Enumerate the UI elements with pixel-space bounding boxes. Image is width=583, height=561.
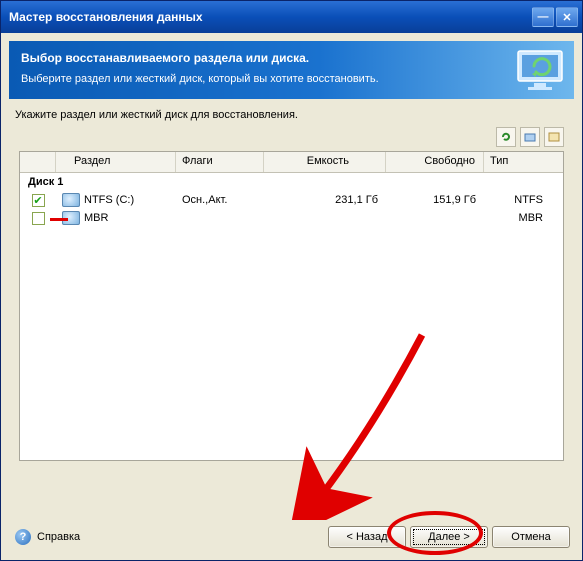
header-title: Выбор восстанавливаемого раздела или дис… [21,51,562,65]
row-type: NTFS [484,194,563,206]
row-capacity: 231,1 Гб [264,194,386,206]
col-flags[interactable]: Флаги [176,152,264,172]
back-button[interactable]: < Назад [328,526,406,548]
titlebar: Мастер восстановления данных — ✕ [1,1,582,33]
minimize-button[interactable]: — [532,7,554,27]
col-checkbox[interactable] [20,152,56,172]
table-row[interactable]: ✔ NTFS (C:) Осн.,Акт. 231,1 Гб 151,9 Гб … [20,191,563,209]
instruction-text: Укажите раздел или жесткий диск для восс… [1,99,582,127]
options-icon[interactable] [544,127,564,147]
col-partition[interactable]: Раздел [56,152,176,172]
window-buttons: — ✕ [532,7,578,27]
next-button[interactable]: Далее > [410,526,488,548]
refresh-icon[interactable] [496,127,516,147]
footer: ? Справка < Назад Далее > Отмена [1,518,582,560]
wizard-window: Мастер восстановления данных — ✕ Выбор в… [0,0,583,561]
row-type: MBR [484,212,563,224]
toolbar [1,127,582,151]
partition-icon [62,193,80,207]
help-label: Справка [37,531,80,543]
cancel-button[interactable]: Отмена [492,526,570,548]
wizard-header: Выбор восстанавливаемого раздела или дис… [9,41,574,99]
row-checkbox[interactable] [32,212,45,225]
window-title: Мастер восстановления данных [9,10,203,24]
row-free: 151,9 Гб [386,194,484,206]
col-capacity[interactable]: Емкость [264,152,386,172]
list-header: Раздел Флаги Емкость Свободно Тип [20,152,563,173]
monitor-icon [512,47,568,93]
annotation-underline [50,218,68,221]
help-link[interactable]: ? Справка [15,529,80,545]
col-type[interactable]: Тип [484,152,563,172]
close-button[interactable]: ✕ [556,7,578,27]
help-icon: ? [15,529,31,545]
disk-icon[interactable] [520,127,540,147]
row-name: MBR [84,212,108,224]
row-checkbox[interactable]: ✔ [32,194,45,207]
col-free[interactable]: Свободно [386,152,484,172]
header-subtitle: Выберите раздел или жесткий диск, которы… [21,73,562,85]
row-flags: Осн.,Акт. [176,194,264,206]
row-name: NTFS (C:) [84,194,134,206]
partition-list[interactable]: Раздел Флаги Емкость Свободно Тип Диск 1… [19,151,564,461]
disk-group: Диск 1 [20,173,563,191]
table-row[interactable]: MBR MBR [20,209,563,227]
